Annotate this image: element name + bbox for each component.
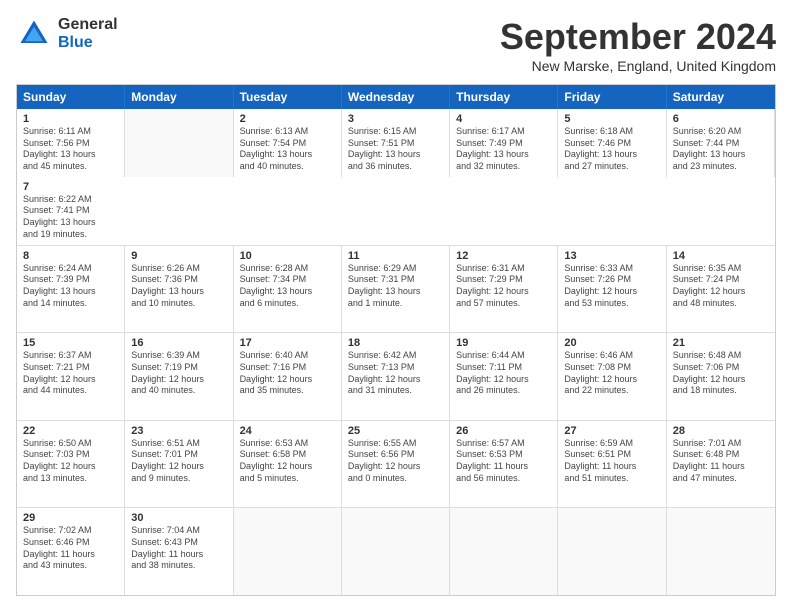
calendar-cell: 19Sunrise: 6:44 AMSunset: 7:11 PMDayligh… <box>450 333 558 420</box>
calendar-cell: 14Sunrise: 6:35 AMSunset: 7:24 PMDayligh… <box>667 246 775 333</box>
calendar-row: 29Sunrise: 7:02 AMSunset: 6:46 PMDayligh… <box>17 507 775 595</box>
header-day-saturday: Saturday <box>667 85 775 109</box>
calendar-cell <box>125 109 233 177</box>
calendar-cell <box>667 508 775 595</box>
header-day-thursday: Thursday <box>450 85 558 109</box>
logo: General Blue <box>16 16 118 52</box>
calendar-cell: 25Sunrise: 6:55 AMSunset: 6:56 PMDayligh… <box>342 421 450 508</box>
logo-text: General Blue <box>58 16 118 51</box>
calendar-cell: 15Sunrise: 6:37 AMSunset: 7:21 PMDayligh… <box>17 333 125 420</box>
logo-general: General <box>58 16 118 34</box>
page: General Blue September 2024 New Marske, … <box>0 0 792 612</box>
calendar-cell: 18Sunrise: 6:42 AMSunset: 7:13 PMDayligh… <box>342 333 450 420</box>
logo-blue: Blue <box>58 34 118 52</box>
calendar-cell: 29Sunrise: 7:02 AMSunset: 6:46 PMDayligh… <box>17 508 125 595</box>
calendar-row: 15Sunrise: 6:37 AMSunset: 7:21 PMDayligh… <box>17 332 775 420</box>
calendar-cell: 16Sunrise: 6:39 AMSunset: 7:19 PMDayligh… <box>125 333 233 420</box>
calendar-cell: 8Sunrise: 6:24 AMSunset: 7:39 PMDaylight… <box>17 246 125 333</box>
header-day-monday: Monday <box>125 85 233 109</box>
calendar-cell: 17Sunrise: 6:40 AMSunset: 7:16 PMDayligh… <box>234 333 342 420</box>
calendar-cell: 30Sunrise: 7:04 AMSunset: 6:43 PMDayligh… <box>125 508 233 595</box>
location-subtitle: New Marske, England, United Kingdom <box>500 58 776 74</box>
calendar-cell: 24Sunrise: 6:53 AMSunset: 6:58 PMDayligh… <box>234 421 342 508</box>
calendar-cell: 26Sunrise: 6:57 AMSunset: 6:53 PMDayligh… <box>450 421 558 508</box>
calendar-cell <box>450 508 558 595</box>
calendar-cell: 23Sunrise: 6:51 AMSunset: 7:01 PMDayligh… <box>125 421 233 508</box>
calendar-cell: 5Sunrise: 6:18 AMSunset: 7:46 PMDaylight… <box>558 109 666 177</box>
header-day-sunday: Sunday <box>17 85 125 109</box>
header-day-tuesday: Tuesday <box>234 85 342 109</box>
calendar-cell: 10Sunrise: 6:28 AMSunset: 7:34 PMDayligh… <box>234 246 342 333</box>
calendar-cell: 7Sunrise: 6:22 AMSunset: 7:41 PMDaylight… <box>17 177 125 245</box>
calendar-cell: 27Sunrise: 6:59 AMSunset: 6:51 PMDayligh… <box>558 421 666 508</box>
calendar-cell <box>558 508 666 595</box>
calendar-header: SundayMondayTuesdayWednesdayThursdayFrid… <box>17 85 775 109</box>
calendar-row: 1Sunrise: 6:11 AMSunset: 7:56 PMDaylight… <box>17 109 775 245</box>
calendar-cell: 20Sunrise: 6:46 AMSunset: 7:08 PMDayligh… <box>558 333 666 420</box>
calendar-cell: 11Sunrise: 6:29 AMSunset: 7:31 PMDayligh… <box>342 246 450 333</box>
calendar-cell: 21Sunrise: 6:48 AMSunset: 7:06 PMDayligh… <box>667 333 775 420</box>
calendar-cell <box>234 508 342 595</box>
logo-icon <box>16 16 52 52</box>
month-title: September 2024 <box>500 16 776 58</box>
calendar-cell: 3Sunrise: 6:15 AMSunset: 7:51 PMDaylight… <box>342 109 450 177</box>
calendar-cell: 13Sunrise: 6:33 AMSunset: 7:26 PMDayligh… <box>558 246 666 333</box>
calendar-cell: 28Sunrise: 7:01 AMSunset: 6:48 PMDayligh… <box>667 421 775 508</box>
calendar: SundayMondayTuesdayWednesdayThursdayFrid… <box>16 84 776 596</box>
calendar-cell: 1Sunrise: 6:11 AMSunset: 7:56 PMDaylight… <box>17 109 125 177</box>
calendar-cell: 2Sunrise: 6:13 AMSunset: 7:54 PMDaylight… <box>234 109 342 177</box>
calendar-row: 22Sunrise: 6:50 AMSunset: 7:03 PMDayligh… <box>17 420 775 508</box>
header-day-wednesday: Wednesday <box>342 85 450 109</box>
calendar-body: 1Sunrise: 6:11 AMSunset: 7:56 PMDaylight… <box>17 109 775 595</box>
calendar-cell <box>342 508 450 595</box>
header-day-friday: Friday <box>558 85 666 109</box>
calendar-cell: 6Sunrise: 6:20 AMSunset: 7:44 PMDaylight… <box>667 109 775 177</box>
header: General Blue September 2024 New Marske, … <box>16 16 776 74</box>
calendar-row: 8Sunrise: 6:24 AMSunset: 7:39 PMDaylight… <box>17 245 775 333</box>
calendar-cell: 4Sunrise: 6:17 AMSunset: 7:49 PMDaylight… <box>450 109 558 177</box>
calendar-cell: 12Sunrise: 6:31 AMSunset: 7:29 PMDayligh… <box>450 246 558 333</box>
calendar-cell: 9Sunrise: 6:26 AMSunset: 7:36 PMDaylight… <box>125 246 233 333</box>
calendar-cell: 22Sunrise: 6:50 AMSunset: 7:03 PMDayligh… <box>17 421 125 508</box>
title-block: September 2024 New Marske, England, Unit… <box>500 16 776 74</box>
